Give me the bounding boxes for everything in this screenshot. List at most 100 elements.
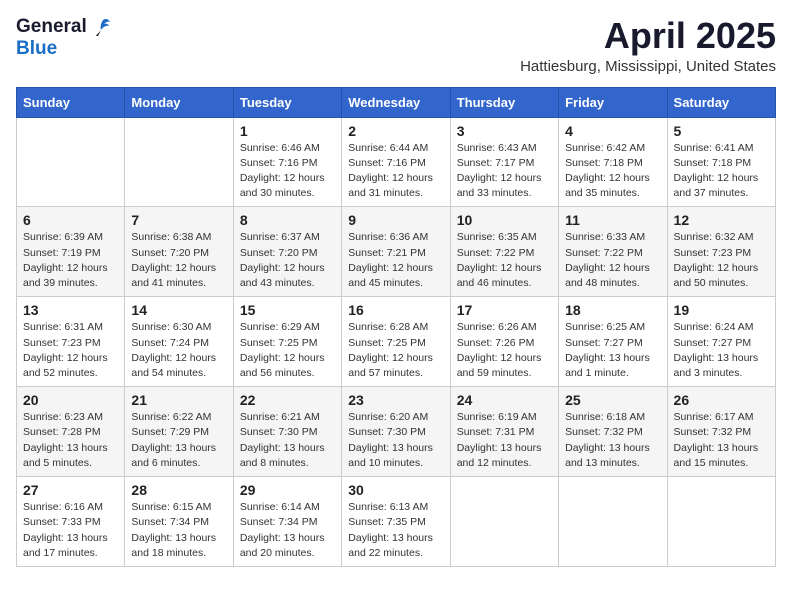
day-number: 3 <box>457 123 552 139</box>
day-header-monday: Monday <box>125 87 233 117</box>
day-header-thursday: Thursday <box>450 87 558 117</box>
day-number: 29 <box>240 482 335 498</box>
day-number: 6 <box>23 212 118 228</box>
day-info: Sunrise: 6:36 AM Sunset: 7:21 PM Dayligh… <box>348 230 443 291</box>
day-info: Sunrise: 6:18 AM Sunset: 7:32 PM Dayligh… <box>565 410 660 471</box>
day-number: 8 <box>240 212 335 228</box>
calendar-cell: 2 Sunrise: 6:44 AM Sunset: 7:16 PM Daylig… <box>342 117 450 207</box>
calendar-week-row: 27Sunrise: 6:16 AM Sunset: 7:33 PM Dayli… <box>17 477 776 567</box>
day-number: 23 <box>348 392 443 408</box>
day-info: Sunrise: 6:26 AM Sunset: 7:26 PM Dayligh… <box>457 320 552 381</box>
day-info: Sunrise: 6:32 AM Sunset: 7:23 PM Dayligh… <box>674 230 769 291</box>
calendar-cell: 10 Sunrise: 6:35 AM Sunset: 7:22 PM Dayli… <box>450 207 558 297</box>
day-info: Sunrise: 6:21 AM Sunset: 7:30 PM Dayligh… <box>240 410 335 471</box>
calendar-cell: 30 Sunrise: 6:13 AM Sunset: 7:35 PM Dayli… <box>342 477 450 567</box>
day-number: 13 <box>23 302 118 318</box>
day-info: Sunrise: 6:24 AM Sunset: 7:27 PM Dayligh… <box>674 320 769 381</box>
day-header-saturday: Saturday <box>667 87 775 117</box>
day-number: 11 <box>565 212 660 228</box>
calendar-cell <box>17 117 125 207</box>
calendar-cell: 16 Sunrise: 6:28 AM Sunset: 7:25 PM Dayli… <box>342 297 450 387</box>
day-number: 4 <box>565 123 660 139</box>
calendar-cell: 6 Sunrise: 6:39 AM Sunset: 7:19 PM Daylig… <box>17 207 125 297</box>
day-header-sunday: Sunday <box>17 87 125 117</box>
day-number: 26 <box>674 392 769 408</box>
day-number: 30 <box>348 482 443 498</box>
day-info: Sunrise: 6:23 AM Sunset: 7:28 PM Dayligh… <box>23 410 118 471</box>
day-number: 16 <box>348 302 443 318</box>
calendar-cell: 21 Sunrise: 6:22 AM Sunset: 7:29 PM Dayli… <box>125 387 233 477</box>
day-number: 27 <box>23 482 118 498</box>
day-number: 21 <box>131 392 226 408</box>
calendar-cell: 22 Sunrise: 6:21 AM Sunset: 7:30 PM Dayli… <box>233 387 341 477</box>
day-info: Sunrise: 6:33 AM Sunset: 7:22 PM Dayligh… <box>565 230 660 291</box>
day-number: 12 <box>674 212 769 228</box>
calendar-cell: 1Sunrise: 6:46 AM Sunset: 7:16 PM Daylig… <box>233 117 341 207</box>
day-number: 10 <box>457 212 552 228</box>
calendar-cell: 3 Sunrise: 6:43 AM Sunset: 7:17 PM Daylig… <box>450 117 558 207</box>
calendar-cell <box>559 477 667 567</box>
day-info: Sunrise: 6:28 AM Sunset: 7:25 PM Dayligh… <box>348 320 443 381</box>
calendar-cell <box>450 477 558 567</box>
calendar-cell: 20 Sunrise: 6:23 AM Sunset: 7:28 PM Dayli… <box>17 387 125 477</box>
calendar-cell: 7Sunrise: 6:38 AM Sunset: 7:20 PM Daylig… <box>125 207 233 297</box>
day-number: 9 <box>348 212 443 228</box>
day-number: 25 <box>565 392 660 408</box>
calendar-cell: 13 Sunrise: 6:31 AM Sunset: 7:23 PM Dayli… <box>17 297 125 387</box>
day-info: Sunrise: 6:43 AM Sunset: 7:17 PM Dayligh… <box>457 141 552 202</box>
day-info: Sunrise: 6:35 AM Sunset: 7:22 PM Dayligh… <box>457 230 552 291</box>
calendar-cell: 9 Sunrise: 6:36 AM Sunset: 7:21 PM Daylig… <box>342 207 450 297</box>
day-header-friday: Friday <box>559 87 667 117</box>
day-number: 14 <box>131 302 226 318</box>
day-number: 17 <box>457 302 552 318</box>
day-info: Sunrise: 6:22 AM Sunset: 7:29 PM Dayligh… <box>131 410 226 471</box>
month-title: April 2025 <box>520 16 776 56</box>
day-info: Sunrise: 6:13 AM Sunset: 7:35 PM Dayligh… <box>348 500 443 561</box>
day-info: Sunrise: 6:31 AM Sunset: 7:23 PM Dayligh… <box>23 320 118 381</box>
calendar-cell <box>667 477 775 567</box>
day-info: Sunrise: 6:44 AM Sunset: 7:16 PM Dayligh… <box>348 141 443 202</box>
day-info: Sunrise: 6:41 AM Sunset: 7:18 PM Dayligh… <box>674 141 769 202</box>
calendar-cell: 23 Sunrise: 6:20 AM Sunset: 7:30 PM Dayli… <box>342 387 450 477</box>
title-area: April 2025 Hattiesburg, Mississippi, Uni… <box>520 16 776 75</box>
day-number: 24 <box>457 392 552 408</box>
calendar-week-row: 13 Sunrise: 6:31 AM Sunset: 7:23 PM Dayli… <box>17 297 776 387</box>
calendar-cell: 4Sunrise: 6:42 AM Sunset: 7:18 PM Daylig… <box>559 117 667 207</box>
day-number: 15 <box>240 302 335 318</box>
day-info: Sunrise: 6:25 AM Sunset: 7:27 PM Dayligh… <box>565 320 660 381</box>
calendar-table: SundayMondayTuesdayWednesdayThursdayFrid… <box>16 87 776 567</box>
calendar-cell: 17 Sunrise: 6:26 AM Sunset: 7:26 PM Dayli… <box>450 297 558 387</box>
day-info: Sunrise: 6:39 AM Sunset: 7:19 PM Dayligh… <box>23 230 118 291</box>
day-number: 2 <box>348 123 443 139</box>
calendar-cell: 5 Sunrise: 6:41 AM Sunset: 7:18 PM Daylig… <box>667 117 775 207</box>
day-number: 28 <box>131 482 226 498</box>
calendar-cell: 27Sunrise: 6:16 AM Sunset: 7:33 PM Dayli… <box>17 477 125 567</box>
calendar-cell: 12 Sunrise: 6:32 AM Sunset: 7:23 PM Dayli… <box>667 207 775 297</box>
calendar-week-row: 6 Sunrise: 6:39 AM Sunset: 7:19 PM Daylig… <box>17 207 776 297</box>
day-number: 1 <box>240 123 335 139</box>
day-number: 22 <box>240 392 335 408</box>
calendar-week-row: 20 Sunrise: 6:23 AM Sunset: 7:28 PM Dayli… <box>17 387 776 477</box>
day-info: Sunrise: 6:19 AM Sunset: 7:31 PM Dayligh… <box>457 410 552 471</box>
calendar-cell: 26Sunrise: 6:17 AM Sunset: 7:32 PM Dayli… <box>667 387 775 477</box>
day-number: 5 <box>674 123 769 139</box>
calendar-cell: 15Sunrise: 6:29 AM Sunset: 7:25 PM Dayli… <box>233 297 341 387</box>
day-info: Sunrise: 6:14 AM Sunset: 7:34 PM Dayligh… <box>240 500 335 561</box>
calendar-cell: 14 Sunrise: 6:30 AM Sunset: 7:24 PM Dayli… <box>125 297 233 387</box>
day-info: Sunrise: 6:20 AM Sunset: 7:30 PM Dayligh… <box>348 410 443 471</box>
day-number: 20 <box>23 392 118 408</box>
calendar-cell: 19 Sunrise: 6:24 AM Sunset: 7:27 PM Dayli… <box>667 297 775 387</box>
calendar-cell: 18Sunrise: 6:25 AM Sunset: 7:27 PM Dayli… <box>559 297 667 387</box>
calendar-week-row: 1Sunrise: 6:46 AM Sunset: 7:16 PM Daylig… <box>17 117 776 207</box>
calendar-cell: 28Sunrise: 6:15 AM Sunset: 7:34 PM Dayli… <box>125 477 233 567</box>
calendar-cell: 24 Sunrise: 6:19 AM Sunset: 7:31 PM Dayli… <box>450 387 558 477</box>
calendar-cell: 29 Sunrise: 6:14 AM Sunset: 7:34 PM Dayli… <box>233 477 341 567</box>
day-header-tuesday: Tuesday <box>233 87 341 117</box>
day-number: 19 <box>674 302 769 318</box>
logo-general: General <box>16 16 87 38</box>
location-title: Hattiesburg, Mississippi, United States <box>520 58 776 75</box>
day-info: Sunrise: 6:30 AM Sunset: 7:24 PM Dayligh… <box>131 320 226 381</box>
calendar-cell <box>125 117 233 207</box>
logo-bird-icon <box>89 16 111 38</box>
day-info: Sunrise: 6:37 AM Sunset: 7:20 PM Dayligh… <box>240 230 335 291</box>
